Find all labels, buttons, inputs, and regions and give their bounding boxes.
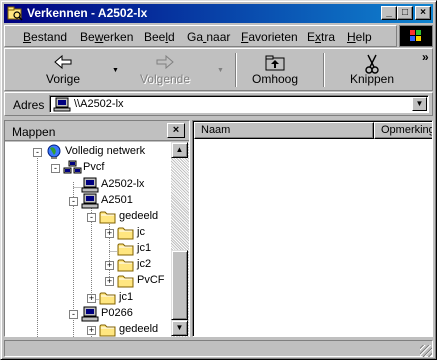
expand-toggle-icon[interactable]: + <box>105 261 114 270</box>
tree-item-label: A2501 <box>101 194 133 206</box>
back-label: Vorige <box>45 72 81 86</box>
tree-item[interactable]: - gedeeld <box>5 209 171 225</box>
tree-item[interactable]: + jc2 <box>5 257 171 273</box>
explorer-window: Verkennen - A2502-lx _ □ × Bestand Bewer… <box>0 0 437 360</box>
window-title: Verkennen - A2502-lx <box>27 6 148 20</box>
column-header-opmerking[interactable]: Opmerking <box>374 122 432 139</box>
file-list-pane[interactable]: Naam Opmerking <box>192 120 433 337</box>
menu-ga-naar[interactable]: Ga naar <box>187 30 230 44</box>
cut-button[interactable]: Knippen <box>341 51 403 89</box>
tree-item[interactable]: - Pvcf <box>5 160 171 176</box>
tree-item[interactable]: - Volledig netwerk <box>5 144 171 160</box>
menu-favorieten[interactable]: Favorieten <box>241 30 298 44</box>
title-bar[interactable]: Verkennen - A2502-lx _ □ × <box>4 4 433 23</box>
tree-item[interactable]: A2502-lx <box>5 177 171 193</box>
address-input[interactable]: \\A2502-lx ▼ <box>49 95 429 113</box>
windows-logo-icon <box>399 25 433 47</box>
tree-item[interactable]: + jc1 <box>5 290 171 306</box>
tree-item[interactable]: jc1 <box>5 241 171 257</box>
back-dropdown-icon[interactable]: ▼ <box>112 67 119 74</box>
tree-item-label: jc1 <box>137 242 152 254</box>
collapse-toggle-icon[interactable]: - <box>69 310 78 319</box>
tree-item-label: PvCF <box>137 274 165 286</box>
toolbar-separator <box>235 53 237 87</box>
tree-item-label: Volledig netwerk <box>65 145 146 157</box>
address-dropdown-button[interactable]: ▼ <box>412 97 427 111</box>
folders-pane-title: Mappen <box>12 125 56 139</box>
close-button[interactable]: × <box>415 6 431 20</box>
address-label: Adres <box>13 98 45 112</box>
menu-extra[interactable]: Extra <box>307 30 335 44</box>
folder-up-icon <box>265 55 285 71</box>
toolbar-separator <box>323 53 325 87</box>
tree-item-label: jc <box>137 226 145 238</box>
tree-item[interactable]: + gedeeld <box>5 322 171 337</box>
folders-pane: Mappen × - Volledig netwerk - Pvcf A2502-lx -… <box>4 120 190 337</box>
folder-tree-scrollbar[interactable]: ▲ ▼ <box>171 142 189 337</box>
collapse-toggle-icon[interactable]: - <box>69 197 78 206</box>
forward-button[interactable]: Volgende <box>133 51 197 89</box>
standard-toolbar: Vorige ▼ Volgende ▼ Omhoog Knippen » <box>4 48 433 91</box>
expand-toggle-icon[interactable]: + <box>87 294 96 303</box>
address-value: \\A2502-lx <box>74 98 124 110</box>
menu-help[interactable]: Help <box>347 30 372 44</box>
expand-toggle-icon[interactable]: + <box>87 326 96 335</box>
back-arrow-icon <box>54 54 72 70</box>
menu-bestand[interactable]: Bestand <box>23 30 67 44</box>
cut-label: Knippen <box>349 72 395 86</box>
tree-item[interactable]: - P0266 <box>5 306 171 322</box>
back-button[interactable]: Vorige <box>35 51 91 89</box>
folders-pane-header: Mappen × <box>5 121 189 141</box>
tree-item-label: gedeeld <box>119 323 159 335</box>
tree-item-label: P0266 <box>101 307 133 319</box>
up-button[interactable]: Omhoog <box>247 51 303 89</box>
up-label: Omhoog <box>251 72 299 86</box>
collapse-toggle-icon[interactable]: - <box>87 213 96 222</box>
collapse-toggle-icon[interactable]: - <box>51 164 60 173</box>
forward-arrow-icon <box>156 54 174 70</box>
menu-bewerken[interactable]: Bewerken <box>80 30 133 44</box>
forward-label: Volgende <box>139 72 191 86</box>
maximize-button[interactable]: □ <box>397 6 413 20</box>
folder-icon <box>99 322 117 337</box>
tree-item[interactable]: + PvCF <box>5 273 171 289</box>
tree-item[interactable]: - A2501 <box>5 193 171 209</box>
tree-item-label: A2502-lx <box>101 178 145 190</box>
scroll-down-button[interactable]: ▼ <box>171 320 188 336</box>
toolbar-more-icon[interactable]: » <box>422 50 429 64</box>
tree-item-label: jc1 <box>119 291 134 303</box>
status-text <box>4 340 433 357</box>
column-header-naam[interactable]: Naam <box>194 122 374 139</box>
folder-tree: - Volledig netwerk - Pvcf A2502-lx - A2501- ged… <box>5 142 171 337</box>
menu-bar: Bestand Bewerken Beeld Ga naar Favoriete… <box>4 25 397 47</box>
explorer-app-icon <box>7 6 23 21</box>
scroll-thumb[interactable] <box>171 250 188 320</box>
tree-item-label: gedeeld <box>119 210 159 222</box>
menu-beeld[interactable]: Beeld <box>144 30 175 44</box>
forward-dropdown-icon[interactable]: ▼ <box>217 67 224 74</box>
computer-icon <box>53 97 71 112</box>
scroll-up-button[interactable]: ▲ <box>171 142 188 158</box>
address-bar: Adres \\A2502-lx ▼ <box>4 92 433 116</box>
status-bar <box>4 340 433 358</box>
expand-toggle-icon[interactable]: + <box>105 277 114 286</box>
expand-toggle-icon[interactable]: + <box>105 229 114 238</box>
tree-item[interactable]: + jc <box>5 225 171 241</box>
scissors-icon <box>365 54 379 74</box>
collapse-toggle-icon[interactable]: - <box>33 148 42 157</box>
tree-item-label: jc2 <box>137 258 152 270</box>
folders-pane-close-button[interactable]: × <box>167 123 185 138</box>
tree-item-label: Pvcf <box>83 161 105 173</box>
resize-grip-icon[interactable] <box>420 345 432 357</box>
minimize-button[interactable]: _ <box>381 6 397 20</box>
